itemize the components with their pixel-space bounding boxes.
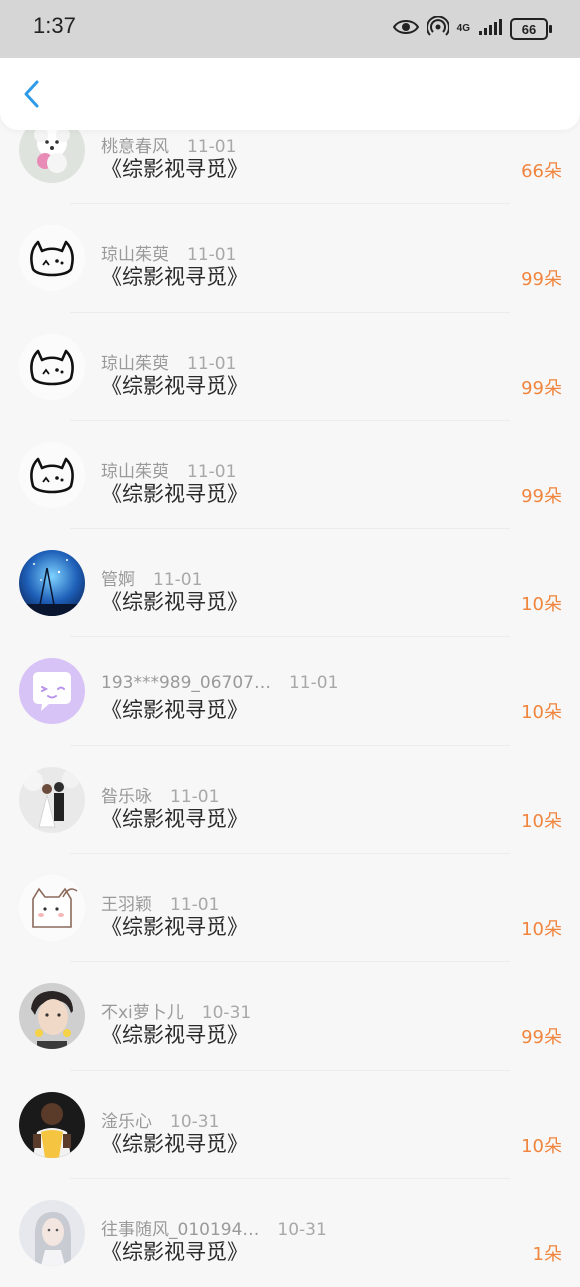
item-meta: 193***989_06707… 11-01 [101,673,338,693]
list-item[interactable]: 193***989_06707… 11-01 《综影视寻觅》 10朵 [0,637,580,746]
cartoon-cat-avatar [19,875,85,942]
back-button[interactable] [14,76,50,112]
date: 10-31 [277,1219,327,1240]
flower-count: 1朵 [532,1243,562,1265]
chevron-left-icon [24,80,39,108]
flower-count: 10朵 [521,702,562,724]
hotspot-icon [425,15,450,42]
username: 193***989_06707… [101,673,271,694]
flower-count: 66朵 [521,161,562,182]
girl-photo-avatar [19,1199,85,1266]
basketball-player-avatar [19,1091,85,1158]
book-title: 《综影视寻觅》 [101,481,248,506]
night-sky-avatar [19,550,85,617]
book-title: 《综影视寻觅》 [101,1239,248,1264]
cat-sketch-avatar [19,225,85,292]
list-item[interactable]: 王羽颖 11-01 《综影视寻觅》 10朵 [0,854,580,963]
eye-icon [392,18,419,40]
date: 11-01 [288,673,339,694]
list-item[interactable]: 管婀 11-01 《综影视寻觅》 10朵 [0,529,580,638]
cat-sketch-avatar [19,333,85,400]
flower-count: 10朵 [521,810,562,832]
flower-count: 99朵 [521,1027,562,1049]
couple-photo-avatar [19,766,85,833]
gift-list: 桃意春风 11-01 《综影视寻觅》 66朵 琼山茱萸 11-01 《综影视寻觅… [0,96,580,1287]
battery-icon: 66 [510,18,552,40]
network-label: 4G [456,23,470,34]
list-item[interactable]: 昝乐咏 11-01 《综影视寻觅》 10朵 [0,746,580,855]
book-title: 《综影视寻觅》 [101,1023,248,1048]
book-title: 《综影视寻觅》 [101,590,248,615]
list-item[interactable]: 琼山茱萸 11-01 《综影视寻觅》 99朵 [0,204,580,313]
list-item[interactable]: 不xi萝卜儿 10-31 《综影视寻觅》 99朵 [0,962,580,1071]
flower-count: 99朵 [521,485,562,507]
chat-bubble-avatar [19,658,85,725]
book-title: 《综影视寻觅》 [101,915,248,940]
list-item[interactable]: 往事随风_010194… 10-31 《综影视寻觅》 1朵 [0,1179,580,1287]
book-title: 《综影视寻觅》 [101,373,248,398]
book-title: 《综影视寻觅》 [101,157,248,181]
status-time: 1:37 [33,13,76,38]
book-title: 《综影视寻觅》 [101,806,248,831]
flower-count: 10朵 [521,919,562,941]
list-item[interactable]: 淦乐心 10-31 《综影视寻觅》 10朵 [0,1071,580,1179]
book-title: 《综影视寻觅》 [101,1131,248,1156]
status-bar: 1:37 4G 66 [0,0,580,58]
flower-count: 10朵 [521,594,562,616]
flower-count: 99朵 [521,269,562,291]
flower-count: 10朵 [521,1135,562,1157]
boy-photo-avatar [19,983,85,1050]
list-item[interactable]: 琼山茱萸 11-01 《综影视寻觅》 99朵 [0,421,580,530]
signal-icon [478,18,502,40]
list-item[interactable]: 琼山茱萸 11-01 《综影视寻觅》 99朵 [0,313,580,421]
status-icons: 4G 66 [392,15,552,42]
book-title: 《综影视寻觅》 [101,698,248,723]
header-bar [0,58,580,130]
book-title: 《综影视寻觅》 [101,265,248,290]
cat-sketch-avatar [19,441,85,508]
flower-count: 99朵 [521,377,562,399]
